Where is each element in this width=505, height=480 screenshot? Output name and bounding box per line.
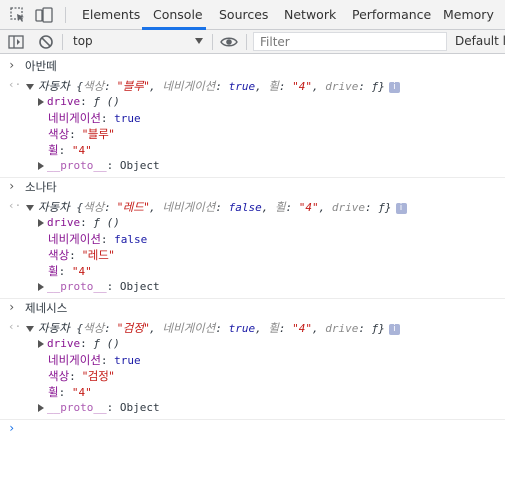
object-summary[interactable]: 자동차 {색상: "검정", 네비게이션: true, 휠: "4", driv… <box>26 320 400 336</box>
toolbar-divider <box>212 34 213 50</box>
property-wheel: 휠: "4" <box>48 143 92 157</box>
console-input-text: 제네시스 <box>25 301 68 315</box>
tab-memory[interactable]: Memory <box>443 0 494 30</box>
expand-triangle-icon[interactable] <box>38 340 44 348</box>
property-color: 색상: "레드" <box>48 248 115 262</box>
object-summary[interactable]: 자동차 {색상: "레드", 네비게이션: false, 휠: "4", dri… <box>26 199 407 215</box>
expand-triangle-icon[interactable] <box>38 98 44 106</box>
result-arrow-icon: ‹· <box>8 78 22 91</box>
console-input-text: 소나타 <box>25 180 57 194</box>
expand-triangle-icon[interactable] <box>38 283 44 291</box>
result-arrow-icon: ‹· <box>8 320 22 333</box>
property-wheel: 휠: "4" <box>48 385 92 399</box>
expand-triangle-icon[interactable] <box>26 326 34 332</box>
show-sidebar-icon[interactable] <box>7 33 25 51</box>
console-toolbar: top Default le <box>0 30 505 54</box>
result-arrow-icon: ‹· <box>8 199 22 212</box>
log-levels-dropdown[interactable]: Default le <box>455 34 505 48</box>
execution-context-select[interactable]: top <box>66 30 208 53</box>
tab-elements[interactable]: Elements <box>82 0 140 30</box>
tab-bar-divider <box>65 7 66 23</box>
clear-console-icon[interactable] <box>37 33 55 51</box>
chevron-down-icon <box>195 38 203 44</box>
toolbar-divider <box>246 34 247 50</box>
tab-network[interactable]: Network <box>284 0 336 30</box>
input-prompt-icon: › <box>8 58 16 72</box>
console-input-text: 아반떼 <box>25 59 57 73</box>
filter-box[interactable] <box>253 32 447 51</box>
devtools-tab-bar: Elements Console Sources Network Perform… <box>0 0 505 30</box>
tab-performance[interactable]: Performance <box>352 0 431 30</box>
console-prompt-icon: › <box>8 421 16 435</box>
info-icon[interactable]: i <box>388 81 400 93</box>
property-navigation: 네비게이션: false <box>48 232 148 246</box>
execution-context-value: top <box>73 34 93 48</box>
property-wheel: 휠: "4" <box>48 264 92 278</box>
property-drive[interactable]: drive: ƒ () <box>38 94 120 110</box>
expand-triangle-icon[interactable] <box>38 162 44 170</box>
property-proto[interactable]: __proto__: Object <box>38 158 160 174</box>
console-entry: › 제네시스 ‹· 자동차 {색상: "검정", 네비게이션: true, 휠:… <box>0 299 505 420</box>
info-icon[interactable]: i <box>388 323 400 335</box>
expand-triangle-icon[interactable] <box>26 205 34 211</box>
console-input[interactable] <box>22 419 492 437</box>
expand-triangle-icon[interactable] <box>26 84 34 90</box>
console-entry: › 아반떼 ‹· 자동차 {색상: "블루", 네비게이션: true, 휠: … <box>0 55 505 178</box>
console-output: › 아반떼 ‹· 자동차 {색상: "블루", 네비게이션: true, 휠: … <box>0 55 505 480</box>
device-toolbar-icon[interactable] <box>35 6 53 24</box>
tab-console[interactable]: Console <box>153 0 203 30</box>
filter-input[interactable] <box>254 33 446 50</box>
input-prompt-icon: › <box>8 300 16 314</box>
info-icon[interactable]: i <box>395 202 407 214</box>
input-prompt-icon: › <box>8 179 16 193</box>
property-proto[interactable]: __proto__: Object <box>38 279 160 295</box>
property-navigation: 네비게이션: true <box>48 353 141 367</box>
property-color: 색상: "블루" <box>48 127 115 141</box>
property-navigation: 네비게이션: true <box>48 111 141 125</box>
expand-triangle-icon[interactable] <box>38 404 44 412</box>
property-proto[interactable]: __proto__: Object <box>38 400 160 416</box>
expand-triangle-icon[interactable] <box>38 219 44 227</box>
object-summary[interactable]: 자동차 {색상: "블루", 네비게이션: true, 휠: "4", driv… <box>26 78 400 94</box>
console-entry: › 소나타 ‹· 자동차 {색상: "레드", 네비게이션: false, 휠:… <box>0 178 505 299</box>
property-drive[interactable]: drive: ƒ () <box>38 215 120 231</box>
property-drive[interactable]: drive: ƒ () <box>38 336 120 352</box>
toolbar-divider <box>62 34 63 50</box>
live-expression-eye-icon[interactable] <box>220 33 238 51</box>
inspect-element-icon[interactable] <box>9 6 27 24</box>
property-color: 색상: "검정" <box>48 369 115 383</box>
tab-sources[interactable]: Sources <box>219 0 268 30</box>
